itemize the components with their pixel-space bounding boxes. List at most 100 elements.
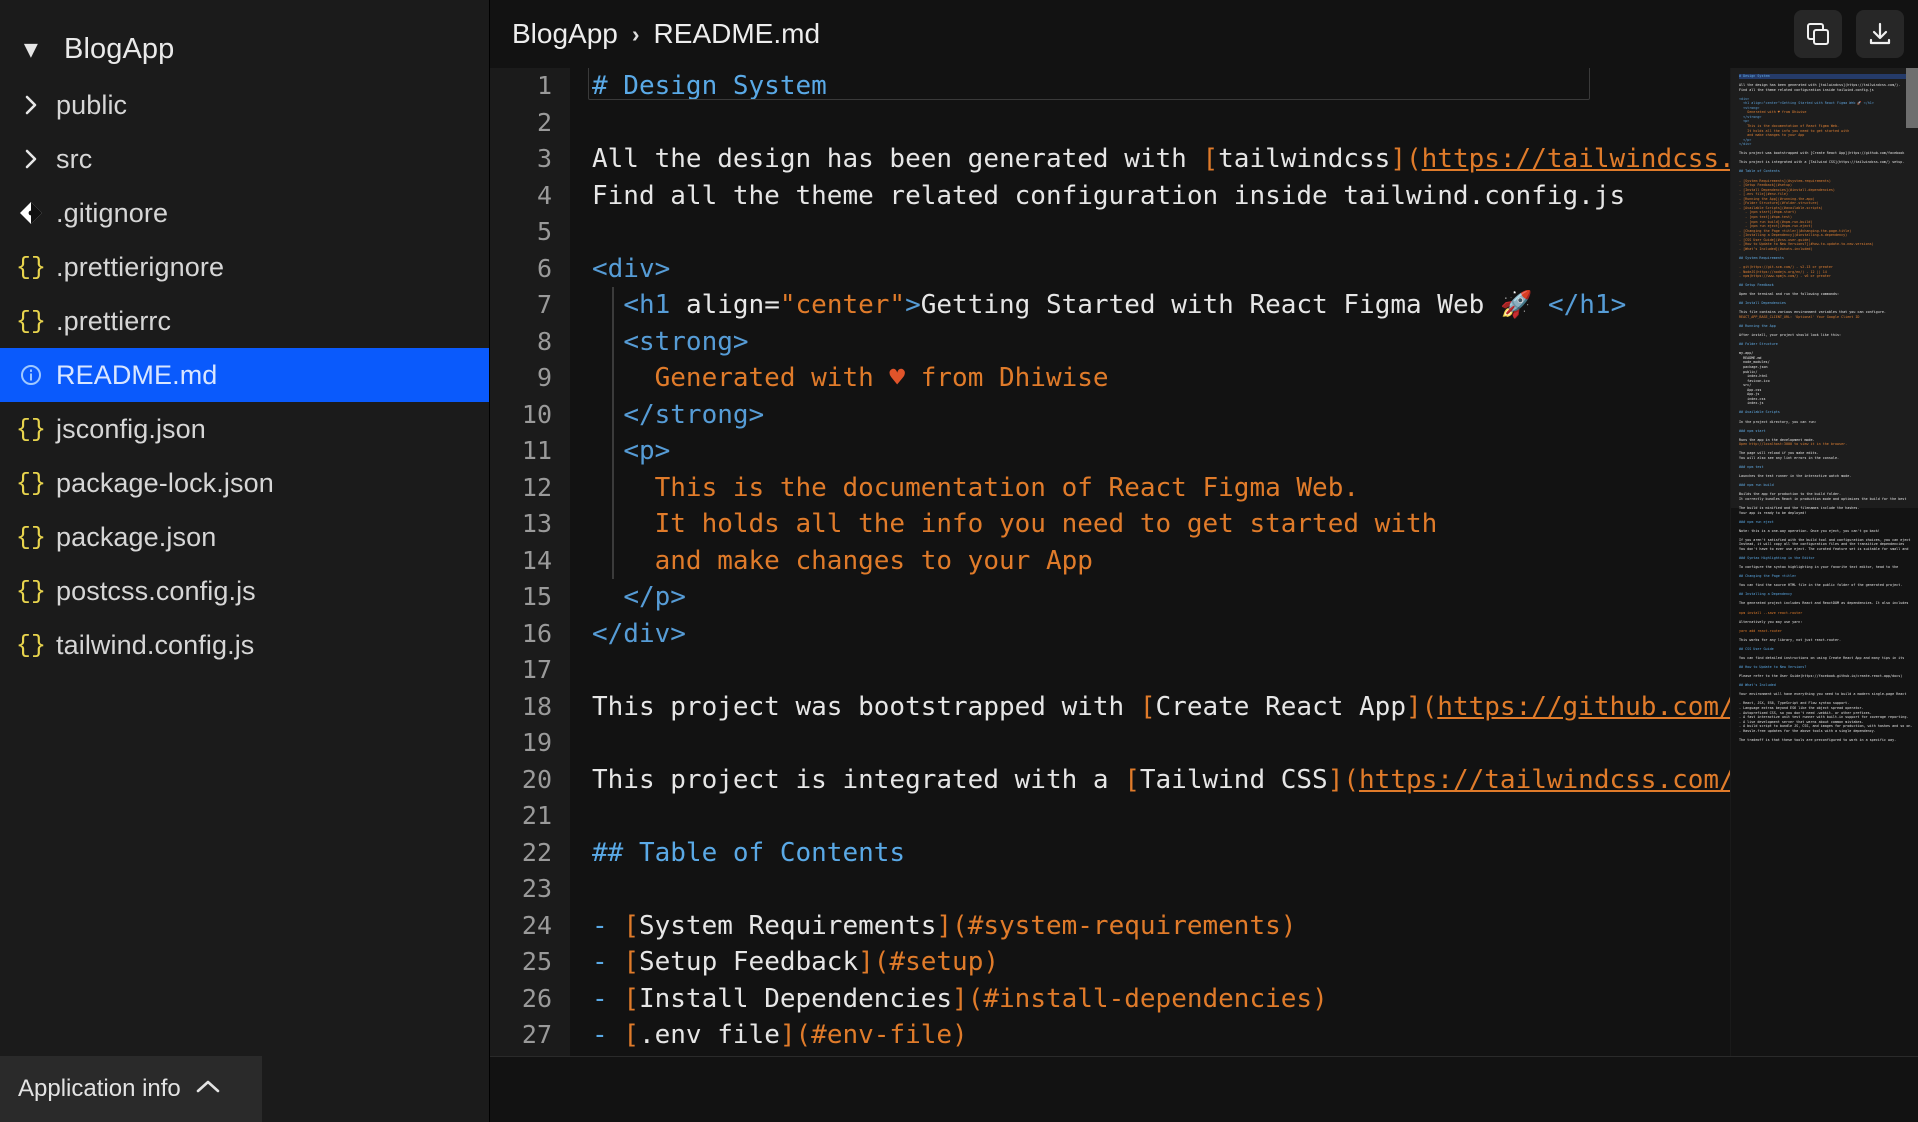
code-token: align= (685, 290, 780, 320)
braces-icon: {} (15, 306, 47, 336)
minimap-scrollbar-thumb[interactable] (1906, 68, 1918, 128)
code-line[interactable]: 23 (490, 871, 1918, 908)
code-line[interactable]: 24- [System Requirements](#system-requir… (490, 907, 1918, 945)
code-token: ] (936, 910, 953, 941)
line-number: 10 (490, 396, 570, 433)
sidebar-item-label: postcss.config.js (56, 575, 256, 606)
code-token: [ (623, 983, 639, 1014)
minimap-viewport-slider[interactable] (1731, 68, 1918, 508)
chevron-down-icon: ▾ (24, 35, 38, 63)
code-token: .env file (638, 1020, 780, 1050)
line-number: 14 (490, 542, 570, 579)
code-token: </p> (623, 582, 686, 612)
code-token: ## Table of Contents (592, 837, 906, 868)
code-line[interactable]: 14 and make changes to your App (490, 542, 1918, 579)
code-line-text: It holds all the info you need to get st… (570, 506, 1438, 543)
sidebar-item-readme-md[interactable]: README.md (0, 348, 489, 402)
braces-icon: {} (15, 576, 47, 606)
code-line[interactable]: 9 Generated with ♥ from Dhiwise (490, 360, 1918, 397)
topbar-actions (1794, 10, 1904, 58)
chevron-right-icon: › (631, 20, 640, 47)
sidebar-item-package-lock-json[interactable]: {} package-lock.json (0, 456, 489, 510)
code-line[interactable]: 8 <strong> (490, 323, 1918, 360)
code-lines[interactable]: 1 # Design System 2 3 All the design has bee… (490, 68, 1918, 1122)
sidebar-item-prettierignore[interactable]: {} .prettierignore (0, 240, 489, 294)
code-line[interactable]: 20 This project is integrated with a [Tai… (490, 761, 1918, 798)
minimap-line: To configure the syntax highlighting in … (1739, 565, 1899, 570)
sidebar-item-label: .prettierrc (56, 305, 172, 336)
breadcrumb-root[interactable]: BlogApp (512, 18, 618, 50)
code-line[interactable]: 18 This project was bootstrapped with [Cr… (490, 688, 1918, 726)
code-token: Tailwind CSS (1139, 764, 1328, 795)
code-line[interactable]: 19 (490, 725, 1918, 762)
minimap-line: You don't have to ever use eject. The cu… (1739, 546, 1909, 551)
minimap-line: You can find detailed instructions on us… (1739, 656, 1905, 660)
code-line[interactable]: 27- [.env file](#env-file) (490, 1017, 1918, 1054)
code-line[interactable]: 13 It holds all the info you need to get… (490, 506, 1918, 543)
code-line[interactable]: 16 </div> (490, 615, 1918, 652)
sidebar-item-label: src (56, 143, 93, 174)
code-token: [ (623, 1020, 639, 1050)
code-token: Getting Started with React Figma Web (920, 290, 1500, 320)
code-token: tailwindcss (1218, 144, 1391, 174)
code-token: This project is integrated with a (592, 764, 1125, 795)
code-line[interactable]: 5 (490, 214, 1918, 251)
code-token: "center" (779, 290, 906, 320)
code-line-text: <div> (570, 251, 670, 288)
braces-icon: {} (15, 468, 47, 498)
code-line[interactable]: 25- [Setup Feedback](#setup) (490, 944, 1918, 981)
code-line[interactable]: 6 <div> (490, 250, 1918, 288)
line-number: 20 (490, 761, 570, 798)
line-number: 25 (490, 944, 570, 981)
editor-topbar: BlogApp › README.md (490, 0, 1918, 68)
code-line[interactable]: 21 (490, 798, 1918, 835)
code-token: <strong> (623, 326, 749, 357)
sidebar-item-label: package.json (56, 521, 217, 552)
download-button[interactable] (1856, 10, 1904, 58)
code-line[interactable]: 11 <p> (490, 433, 1918, 470)
sidebar-item-src[interactable]: src (0, 132, 489, 186)
code-line-text: # Design System (570, 68, 1590, 105)
code-token: from Dhiwise (905, 363, 1109, 393)
sidebar-item-prettierrc[interactable]: {} .prettierrc (0, 294, 489, 348)
copy-button[interactable] (1794, 10, 1842, 58)
code-line[interactable]: 7 <h1 align="center">Getting Started wit… (490, 287, 1918, 324)
code-line[interactable]: 12 This is the documentation of React Fi… (490, 469, 1918, 506)
code-line-text: This project was bootstrapped with [Crea… (570, 689, 1829, 726)
sidebar-item-gitignore[interactable]: .gitignore (0, 186, 489, 240)
code-line[interactable]: 26- [Install Dependencies](#install-depe… (490, 980, 1918, 1017)
code-line[interactable]: 2 (490, 104, 1918, 141)
tree-root-blogapp[interactable]: ▾ BlogApp (0, 20, 489, 78)
code-line[interactable]: 17 (490, 652, 1918, 689)
sidebar-item-tailwind-config-js[interactable]: {} tailwind.config.js (0, 618, 489, 672)
sidebar-item-postcss-config-js[interactable]: {} postcss.config.js (0, 564, 489, 618)
code-line[interactable]: 1 # Design System (490, 68, 1918, 105)
line-number: 22 (490, 834, 570, 871)
minimap[interactable]: # Design System All the design has been g… (1730, 68, 1918, 1122)
application-info-bar[interactable]: Application info (0, 1056, 262, 1122)
code-line[interactable]: 10 </strong> (490, 396, 1918, 433)
code-token: (#setup) (873, 947, 1000, 977)
code-line[interactable]: 22 ## Table of Contents (490, 834, 1918, 871)
line-number: 17 (490, 652, 570, 689)
code-line[interactable]: 15 </p> (490, 579, 1918, 616)
editor-pane: BlogApp › README.md 1 # Design System 2 … (490, 0, 1918, 1122)
sidebar-item-public[interactable]: public (0, 78, 489, 132)
sidebar-item-label: .prettierignore (56, 251, 225, 282)
line-number: 23 (490, 871, 570, 908)
code-line[interactable]: 3 All the design has been generated with … (490, 141, 1918, 178)
code-line-text: - [System Requirements](#system-requirem… (570, 908, 1296, 945)
code-line[interactable]: 4 Find all the theme related configuratio… (490, 177, 1918, 214)
sidebar-item-jsconfig-json[interactable]: {} jsconfig.json (0, 402, 489, 456)
code-token: Generated with (592, 363, 890, 393)
chevron-right-icon (10, 148, 52, 170)
code-line-text: <h1 align="center">Getting Started with … (570, 287, 1626, 324)
horizontal-scrollbar[interactable] (990, 1104, 1282, 1120)
sidebar-item-package-json[interactable]: {} package.json (0, 510, 489, 564)
code-editor[interactable]: 1 # Design System 2 3 All the design has bee… (490, 68, 1918, 1122)
